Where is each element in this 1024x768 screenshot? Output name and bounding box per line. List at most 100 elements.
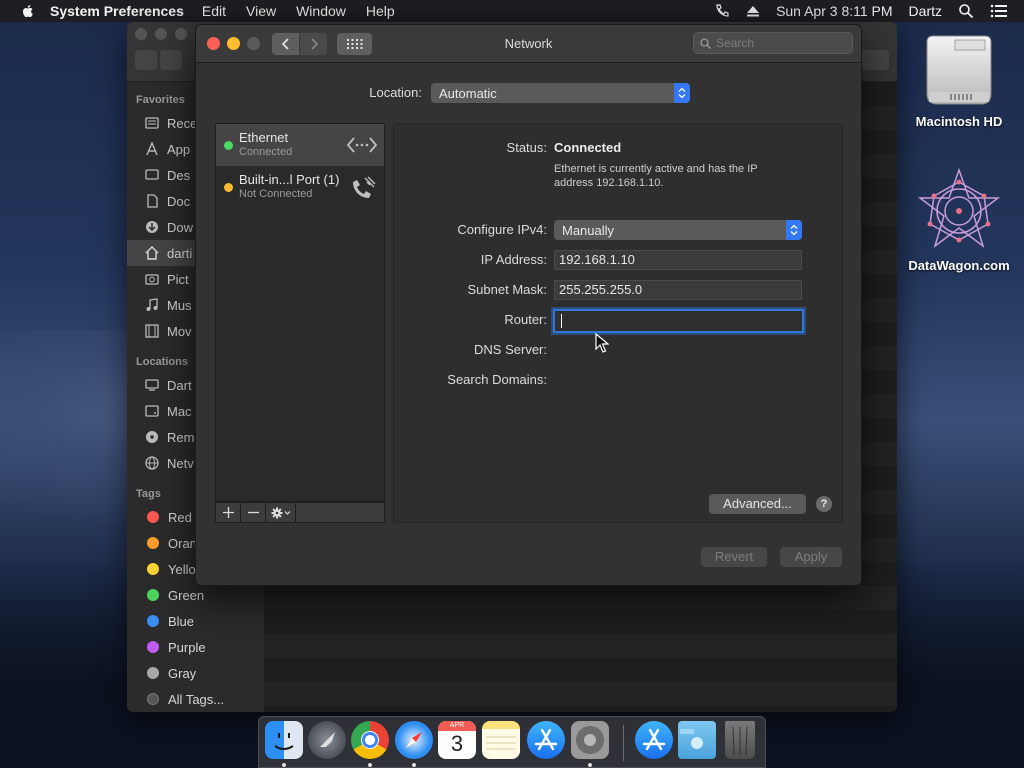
search-placeholder: Search — [716, 36, 755, 50]
sidebar-item-label: Netv — [167, 455, 194, 471]
app-store-icon — [642, 728, 666, 751]
sidebar-item-label: Gray — [168, 665, 197, 681]
desktop-icon-label: DataWagon.com — [908, 258, 1010, 273]
finder-forward-button[interactable] — [160, 50, 182, 70]
status-value: Connected — [554, 140, 622, 155]
sidebar-item-label: Pict — [167, 271, 189, 287]
tag-dot — [147, 615, 159, 627]
status-description: Ethernet is currently active and has the… — [554, 163, 758, 189]
computer-icon — [143, 376, 161, 394]
menu-view[interactable]: View — [246, 3, 276, 19]
downloads-icon — [143, 218, 161, 236]
dock-calendar[interactable]: APR 3 — [438, 721, 476, 759]
dock-finder[interactable] — [265, 721, 303, 759]
desktop-icon-macintosh-hd[interactable]: Macintosh HD — [899, 32, 1019, 129]
desktop-icon-label: Macintosh HD — [915, 114, 1003, 129]
menu-window[interactable]: Window — [296, 3, 346, 19]
location-popup[interactable]: Automatic — [431, 83, 690, 103]
calendar-month: APR — [438, 721, 476, 731]
dock-downloads-folder[interactable] — [678, 721, 716, 759]
tag-dot — [147, 667, 159, 679]
advanced-button[interactable]: Advanced... — [709, 494, 806, 514]
desktop-icon-datawagon[interactable]: DataWagon.com — [899, 168, 1019, 273]
dock-system-preferences[interactable] — [571, 721, 609, 759]
recents-icon — [143, 114, 161, 132]
ip-address-field[interactable]: 192.168.1.10 — [554, 250, 802, 270]
sidebar-all-tags[interactable]: All Tags... — [127, 686, 264, 712]
menu-bar: System Preferences Edit View Window Help… — [0, 0, 1024, 22]
notes-icon — [486, 736, 516, 750]
sidebar-item-label: Green — [168, 587, 205, 603]
text-caret — [561, 313, 562, 328]
dock-chrome[interactable] — [351, 721, 389, 759]
eject-icon[interactable] — [746, 4, 760, 18]
gear-icon — [271, 507, 290, 518]
plus-icon — [222, 507, 234, 518]
menu-help[interactable]: Help — [366, 3, 395, 19]
configure-ipv4-popup[interactable]: Manually — [554, 220, 802, 240]
finder-close-button[interactable] — [135, 28, 147, 40]
dock-trash[interactable] — [725, 721, 755, 759]
rocket-icon — [320, 732, 335, 747]
subnet-mask-field[interactable]: 255.255.255.0 — [554, 280, 802, 300]
calendar-day: 3 — [450, 731, 464, 756]
dock-notes[interactable] — [482, 721, 520, 759]
status-dot-yellow — [224, 183, 233, 192]
router-field[interactable] — [553, 309, 804, 333]
spotlight-icon[interactable] — [958, 3, 974, 19]
menu-clock[interactable]: Sun Apr 3 8:11 PM — [776, 3, 892, 19]
remove-service-button[interactable] — [241, 503, 266, 522]
tag-dot — [147, 511, 159, 523]
sidebar-item-label: Des — [167, 167, 191, 183]
apple-icon[interactable] — [20, 3, 36, 19]
status-label: Status: — [506, 140, 547, 155]
compass-icon — [406, 732, 422, 748]
service-list[interactable]: Ethernet Connected Built-in...l Port (1)… — [215, 123, 385, 502]
sidebar-tag-gray[interactable]: Gray — [127, 660, 264, 686]
dock-app-store-folder[interactable] — [635, 721, 673, 759]
finder-zoom-button[interactable] — [175, 28, 187, 40]
desktop-icon — [143, 166, 161, 184]
dock-app-store[interactable] — [527, 721, 565, 759]
search-icon — [700, 37, 711, 49]
sidebar-item-label: All Tags... — [168, 691, 225, 707]
dock-safari[interactable] — [395, 721, 433, 759]
ethernet-icon — [346, 137, 378, 153]
status-dot-green — [224, 141, 233, 150]
finder-back-button[interactable] — [135, 50, 157, 70]
sidebar-tag-purple[interactable]: Purple — [127, 634, 264, 660]
updown-arrows-icon — [786, 220, 802, 240]
service-actions-button[interactable] — [266, 503, 296, 522]
sidebar-tag-blue[interactable]: Blue — [127, 608, 264, 634]
search-input[interactable]: Search — [693, 32, 853, 54]
sidebar-item-label: Mov — [167, 323, 192, 339]
sidebar-item-label: Mus — [167, 297, 192, 313]
detail-panel: Status: Connected Ethernet is currently … — [393, 123, 843, 523]
network-icon — [143, 454, 161, 472]
help-button[interactable]: ? — [816, 496, 832, 512]
tag-dot — [147, 563, 159, 575]
router-label: Router: — [504, 312, 547, 327]
sidebar-item-label: Rece — [167, 115, 198, 131]
apply-button[interactable]: Apply — [780, 547, 842, 567]
revert-button[interactable]: Revert — [701, 547, 767, 567]
movies-icon — [143, 322, 161, 340]
phone-status-icon[interactable] — [714, 3, 730, 19]
notification-center-icon[interactable] — [990, 4, 1008, 18]
dns-server-label: DNS Server: — [474, 342, 547, 357]
add-service-button[interactable] — [216, 503, 241, 522]
menu-user[interactable]: Dartz — [909, 3, 942, 19]
service-builtin-port[interactable]: Built-in...l Port (1) Not Connected — [216, 166, 384, 208]
menu-edit[interactable]: Edit — [202, 3, 226, 19]
search-domains-label: Search Domains: — [447, 372, 547, 387]
dock-launchpad[interactable] — [308, 721, 346, 759]
finder-minimize-button[interactable] — [155, 28, 167, 40]
sidebar-item-label: darti — [167, 245, 193, 261]
app-menu[interactable]: System Preferences — [50, 3, 184, 19]
pictures-icon — [143, 270, 161, 288]
sidebar-item-label: Dart — [167, 377, 192, 393]
tag-dot — [147, 537, 159, 549]
service-ethernet[interactable]: Ethernet Connected — [216, 124, 384, 166]
sidebar-item-label: Mac — [167, 403, 192, 419]
dock-separator — [623, 725, 624, 761]
